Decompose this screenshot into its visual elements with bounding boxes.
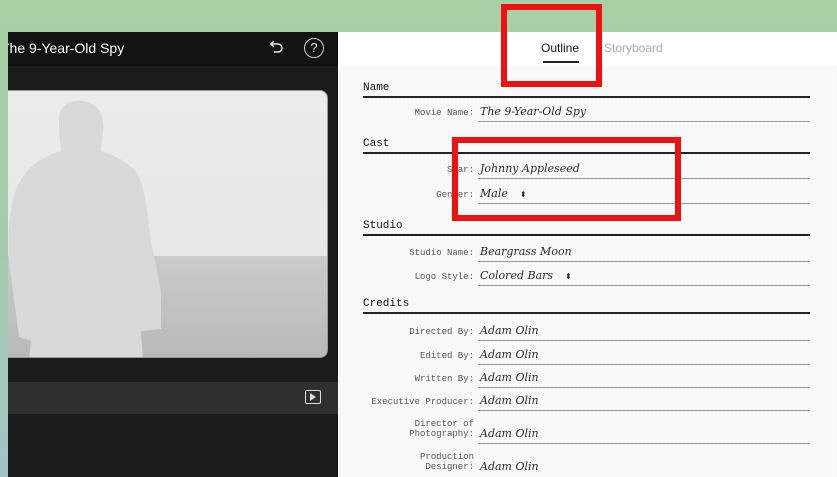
outline-pane: Outline Storyboard Name Movie Name: The … [338, 32, 837, 477]
edited-by-field[interactable]: Adam Olin [480, 348, 539, 361]
highlight-box-outline-tab [501, 4, 602, 87]
field-label-director-of-photography: Director of Photography: [354, 419, 474, 439]
field-underline [478, 285, 810, 286]
label-line: Production [419, 452, 474, 462]
field-label-written-by: Written By: [414, 374, 474, 384]
section-heading-cast: Cast [363, 138, 390, 150]
undo-icon[interactable] [266, 38, 286, 58]
field-underline [478, 410, 810, 411]
field-label-executive-producer: Executive Producer: [371, 397, 474, 407]
preview-toolbar: The 9-Year-Old Spy ? [8, 32, 338, 66]
section-rule [363, 312, 810, 314]
field-underline [478, 261, 810, 262]
logo-style-select[interactable]: Colored Bars ⬍ [480, 269, 572, 282]
field-underline [478, 340, 810, 341]
written-by-field[interactable]: Adam Olin [480, 371, 539, 384]
section-rule [363, 96, 810, 98]
outline-form: Name Movie Name: The 9-Year-Old Spy Cast… [338, 66, 837, 477]
movie-name-field[interactable]: The 9-Year-Old Spy [480, 105, 586, 118]
field-underline [478, 443, 810, 444]
field-underline [478, 364, 810, 365]
field-underline [478, 121, 810, 122]
field-label-edited-by: Edited By: [419, 351, 474, 361]
project-title: The 9-Year-Old Spy [8, 40, 125, 56]
section-rule [363, 234, 810, 236]
field-label-movie-name: Movie Name: [414, 108, 474, 118]
label-line: Designer: [425, 462, 474, 472]
section-heading-studio: Studio [363, 220, 403, 232]
field-label-studio-name: Studio Name: [409, 248, 474, 258]
label-line: Photography: [409, 429, 474, 439]
tab-storyboard[interactable]: Storyboard [604, 41, 663, 55]
imovie-trailer-editor: The 9-Year-Old Spy ? Outline Storyboard … [8, 32, 837, 477]
section-heading-credits: Credits [363, 298, 410, 310]
actor-silhouette-image [8, 100, 161, 357]
playback-bar [8, 382, 338, 414]
help-icon[interactable]: ? [304, 38, 324, 58]
director-of-photography-field[interactable]: Adam Olin [480, 427, 539, 440]
video-preview[interactable] [8, 90, 328, 358]
field-underline [478, 387, 810, 388]
label-line: Director of [414, 419, 474, 429]
preview-pane: The 9-Year-Old Spy ? [8, 32, 338, 477]
production-designer-field[interactable]: Adam Olin [480, 460, 539, 473]
dropdown-arrow-icon: ⬍ [565, 272, 572, 281]
field-label-logo-style: Logo Style: [414, 272, 474, 282]
highlight-box-cast-fields [452, 137, 681, 221]
directed-by-field[interactable]: Adam Olin [480, 324, 539, 337]
field-label-production-designer: Production Designer: [354, 452, 474, 472]
executive-producer-field[interactable]: Adam Olin [480, 394, 539, 407]
logo-style-value: Colored Bars [480, 269, 554, 282]
section-heading-name: Name [363, 82, 390, 94]
field-label-directed-by: Directed By: [409, 327, 474, 337]
studio-name-field[interactable]: Beargrass Moon [480, 245, 572, 258]
play-icon[interactable] [305, 390, 321, 404]
